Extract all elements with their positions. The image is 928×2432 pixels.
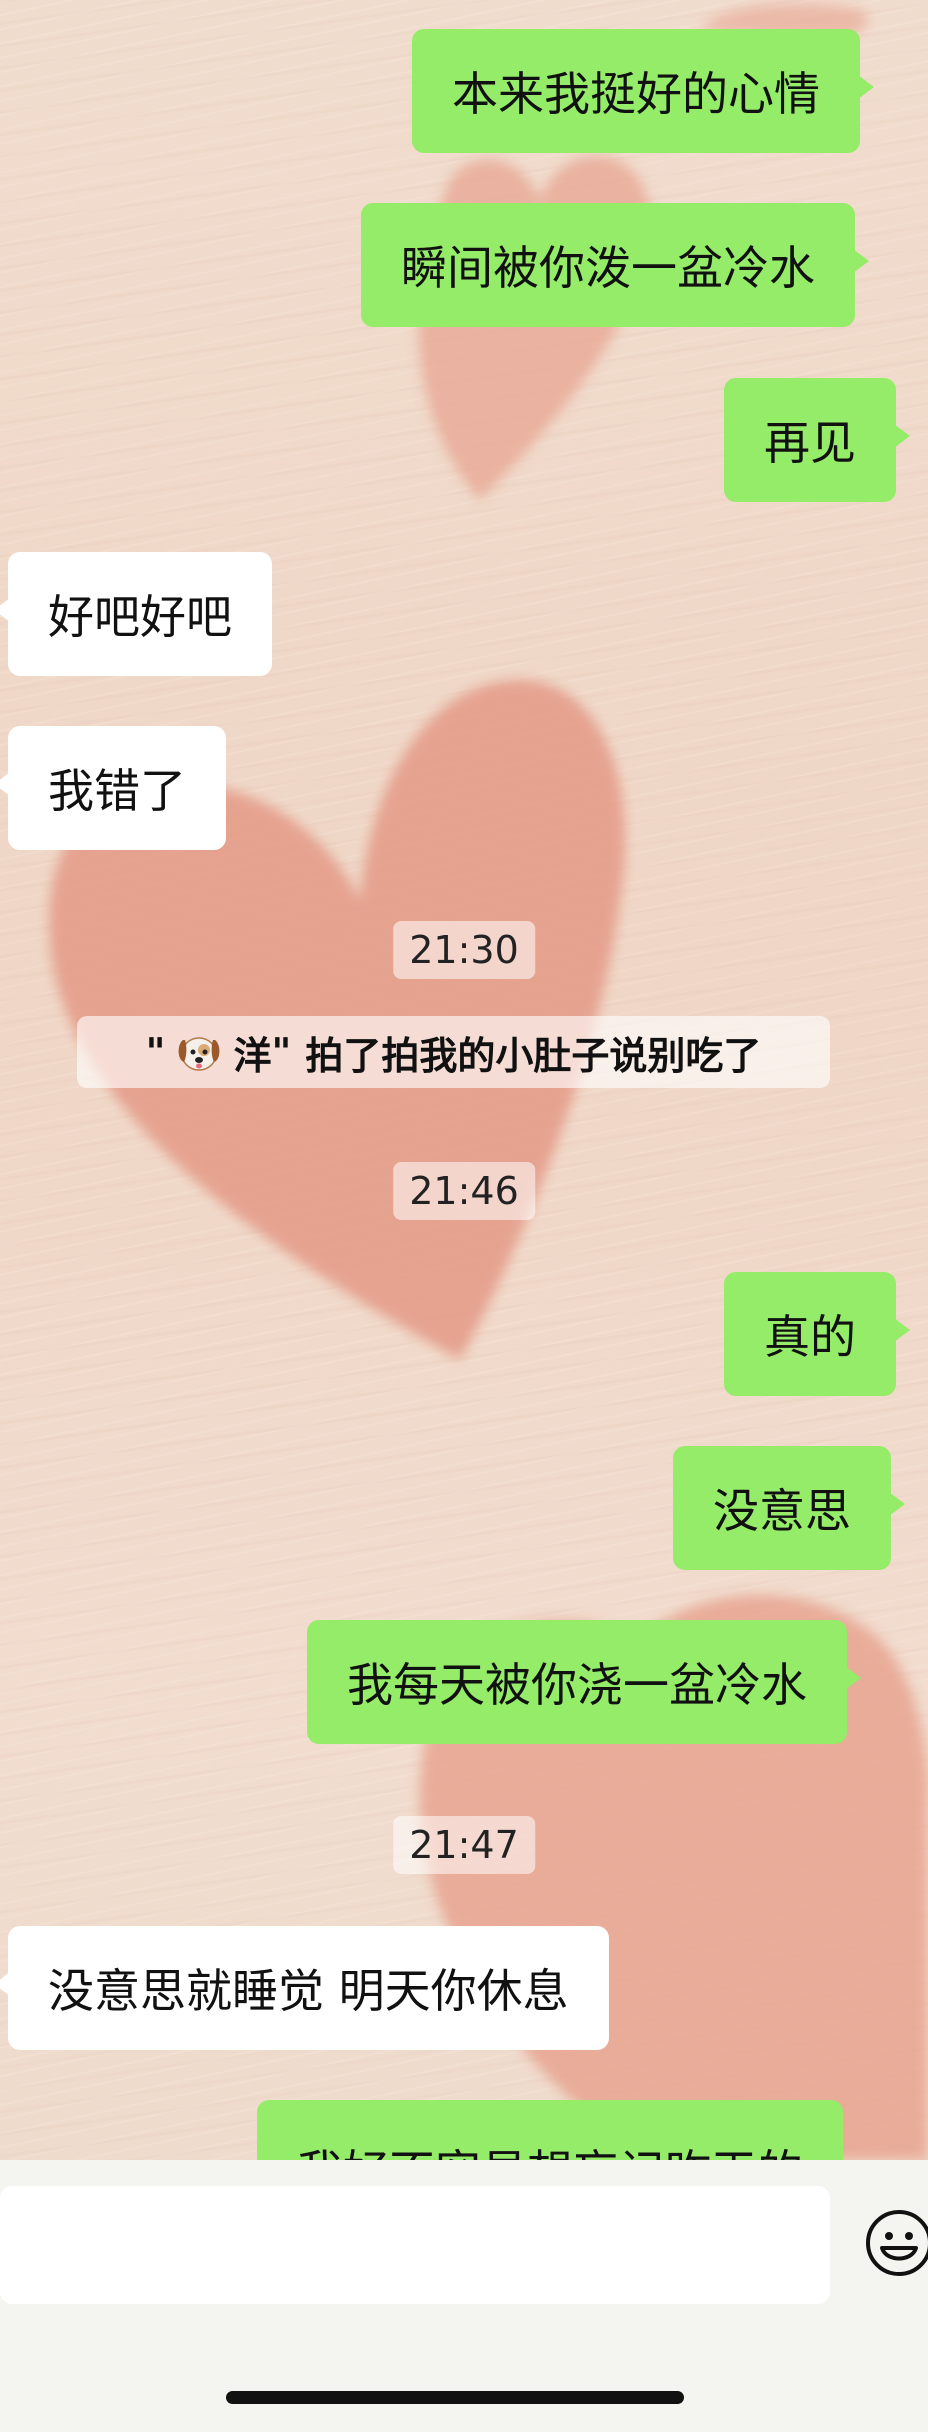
message-bubble-incoming[interactable]: 没意思就睡觉 明天你休息 xyxy=(0,1926,609,2050)
message-bubble-outgoing[interactable]: 真的 xyxy=(724,1272,910,1396)
quote-close: " xyxy=(271,1030,292,1074)
message-bubble-outgoing[interactable]: 我每天被你浇一盆冷水 xyxy=(307,1620,861,1744)
sender-name[interactable]: 洋 xyxy=(233,1025,271,1080)
message-bubble-incoming[interactable]: 好吧好吧 xyxy=(0,552,272,676)
message-bubble-outgoing[interactable]: 再见 xyxy=(724,378,910,502)
message-bubble-outgoing[interactable]: 没意思 xyxy=(673,1446,905,1570)
smiley-face-icon[interactable] xyxy=(864,2208,928,2278)
message-bubble-incoming[interactable]: 我错了 xyxy=(0,726,226,850)
pat-text: 拍了拍我的小肚子说别吃了 xyxy=(305,1033,762,1078)
message-bubble-outgoing[interactable]: 瞬间被你泼一盆冷水 xyxy=(361,203,869,327)
message-bubble-outgoing[interactable]: 本来我挺好的心情 xyxy=(412,29,874,153)
timestamp: 21:47 xyxy=(393,1816,535,1874)
quote-open: " xyxy=(145,1030,166,1074)
pat-system-message: " 洋 " 拍了拍我的小肚子说别吃了 xyxy=(77,1016,830,1088)
timestamp: 21:30 xyxy=(393,921,535,979)
dog-face-icon xyxy=(179,1037,220,1071)
message-input[interactable] xyxy=(0,2186,830,2304)
timestamp: 21:46 xyxy=(393,1162,535,1220)
home-indicator[interactable] xyxy=(226,2391,684,2404)
